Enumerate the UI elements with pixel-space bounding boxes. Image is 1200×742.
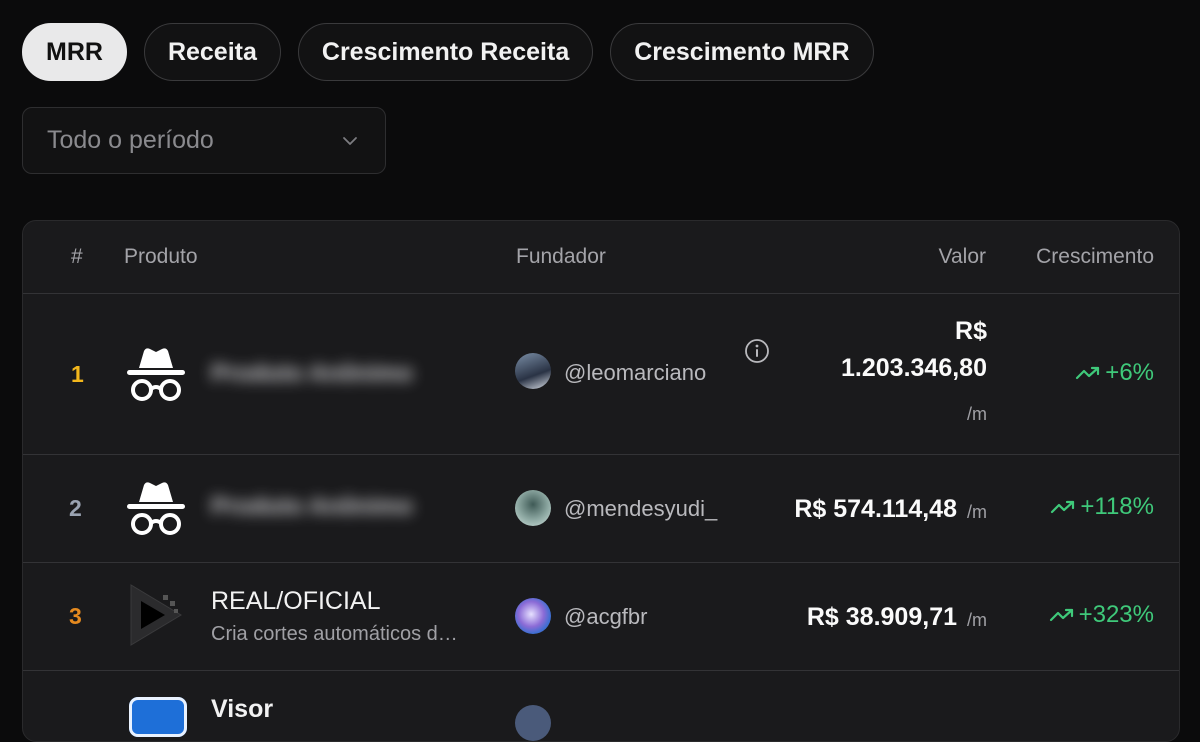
visor-app-icon <box>129 697 187 737</box>
value-currency: R$ <box>955 317 987 345</box>
growth-indicator: +323% <box>1049 601 1154 629</box>
value-period: /m <box>967 502 987 522</box>
avatar <box>515 490 551 526</box>
founder-handle[interactable]: @acgfbr <box>564 604 647 630</box>
table-row[interactable]: Visor <box>23 671 1179 741</box>
incognito-icon <box>127 348 185 401</box>
tab-crescimento-receita[interactable]: Crescimento Receita <box>297 23 594 81</box>
period-select-value: Todo o período <box>47 126 214 154</box>
product-name[interactable]: REAL/OFICIAL <box>211 587 381 616</box>
value-period: /m <box>967 610 987 630</box>
tab-crescimento-mrr[interactable]: Crescimento MRR <box>610 23 874 81</box>
leaderboard-table: # Produto Fundador Valor Crescimento 1 P… <box>22 220 1180 742</box>
table-row[interactable]: 1 Produto Anônimo @leomarciano R$ 1.203.… <box>23 293 1179 455</box>
metric-tabs: MRR Receita Crescimento Receita Crescime… <box>22 23 874 81</box>
trending-up-icon <box>1049 608 1073 622</box>
trending-up-icon <box>1076 366 1100 380</box>
header-value: Valor <box>938 245 986 268</box>
rank-number: 2 <box>69 495 82 521</box>
avatar <box>515 598 551 634</box>
tab-receita[interactable]: Receita <box>143 23 281 81</box>
rank-number: 3 <box>69 603 82 629</box>
header-product: Produto <box>124 245 198 268</box>
table-row[interactable]: 3 REAL/OFICIAL Cria cortes automáticos d… <box>23 563 1179 671</box>
table-row[interactable]: 2 Produto Anônimo @mendesyudi_ R$ 574.11… <box>23 455 1179 563</box>
header-rank: # <box>71 245 83 268</box>
value-amount: 1.203.346,80 <box>841 354 987 382</box>
value-amount: R$ 574.114,48 <box>794 495 957 523</box>
info-icon[interactable] <box>744 338 770 364</box>
incognito-icon <box>127 482 185 535</box>
product-description: Cria cortes automáticos d… <box>211 623 458 645</box>
chevron-down-icon <box>343 136 357 145</box>
growth-value: +118% <box>1080 493 1154 520</box>
product-name: Produto Anônimo <box>211 493 413 520</box>
rank-number: 1 <box>71 361 84 387</box>
avatar <box>515 353 551 389</box>
period-select[interactable]: Todo o período <box>22 107 386 174</box>
header-growth: Crescimento <box>1036 245 1154 268</box>
trending-up-icon <box>1051 500 1075 514</box>
value-period: /m <box>967 404 987 424</box>
product-name[interactable]: Visor <box>211 695 273 724</box>
growth-value: +323% <box>1078 601 1154 628</box>
founder-handle[interactable]: @mendesyudi_ <box>564 496 717 522</box>
video-play-logo-icon <box>130 584 182 646</box>
growth-indicator: +118% <box>1050 493 1154 521</box>
founder-handle[interactable]: @leomarciano <box>564 360 706 386</box>
table-header: # Produto Fundador Valor Crescimento <box>23 221 1179 294</box>
value-amount: R$ 38.909,71 <box>806 603 957 631</box>
header-founder: Fundador <box>516 245 606 268</box>
product-name: Produto Anônimo <box>211 360 413 387</box>
growth-value: +6% <box>1105 359 1154 386</box>
tab-mrr[interactable]: MRR <box>22 23 127 81</box>
growth-indicator: +6% <box>1075 359 1154 387</box>
avatar <box>515 705 551 741</box>
